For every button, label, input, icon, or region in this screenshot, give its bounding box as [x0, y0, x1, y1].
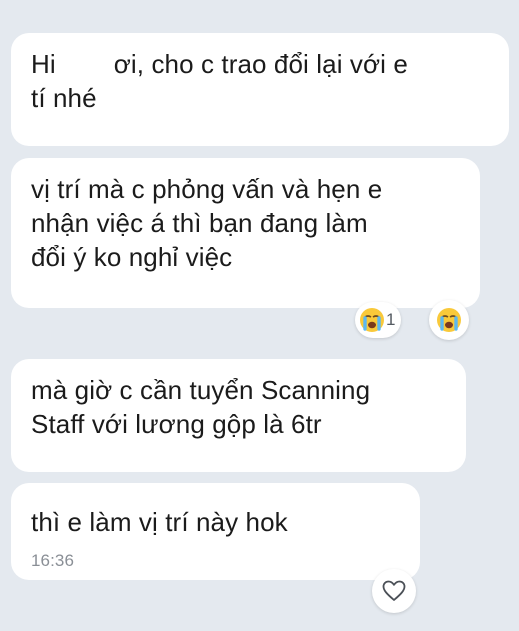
message-bubble-3[interactable]: mà giờ c cần tuyển Scanning Staff với lư…: [11, 359, 466, 472]
message-text: thì e làm vị trí này hok: [31, 507, 288, 537]
message-bubble-1[interactable]: Hi ơi, cho c trao đổi lại với e tí nhé: [11, 33, 509, 146]
loudly-crying-face-icon: [437, 308, 461, 332]
message-line: tí nhé: [31, 83, 97, 113]
react-heart-button[interactable]: [372, 569, 416, 613]
message-line: Staff với lương gộp là 6tr: [31, 409, 322, 439]
greeting-text: Hi: [31, 49, 56, 79]
message-line: ơi, cho c trao đổi lại với e: [113, 49, 408, 79]
message-bubble-4[interactable]: thì e làm vị trí này hok 16:36: [11, 483, 420, 580]
reaction-count: 1: [386, 310, 396, 329]
add-crying-reaction-button[interactable]: [429, 300, 469, 340]
message-timestamp: 16:36: [31, 551, 75, 570]
message-text: Hi ơi, cho c trao đổi lại với e: [31, 47, 489, 81]
message-line: đổi ý ko nghỉ việc: [31, 242, 233, 272]
crying-reaction-badge[interactable]: 1: [355, 302, 402, 338]
message-line: nhận việc á thì bạn đang làm: [31, 208, 368, 238]
message-line: mà giờ c cần tuyển Scanning: [31, 375, 371, 405]
heart-outline-icon: [382, 580, 406, 601]
message-line: vị trí mà c phỏng vấn và hẹn e: [31, 174, 383, 204]
loudly-crying-face-icon: [360, 308, 384, 332]
message-bubble-2[interactable]: vị trí mà c phỏng vấn và hẹn e nhận việc…: [11, 158, 480, 308]
